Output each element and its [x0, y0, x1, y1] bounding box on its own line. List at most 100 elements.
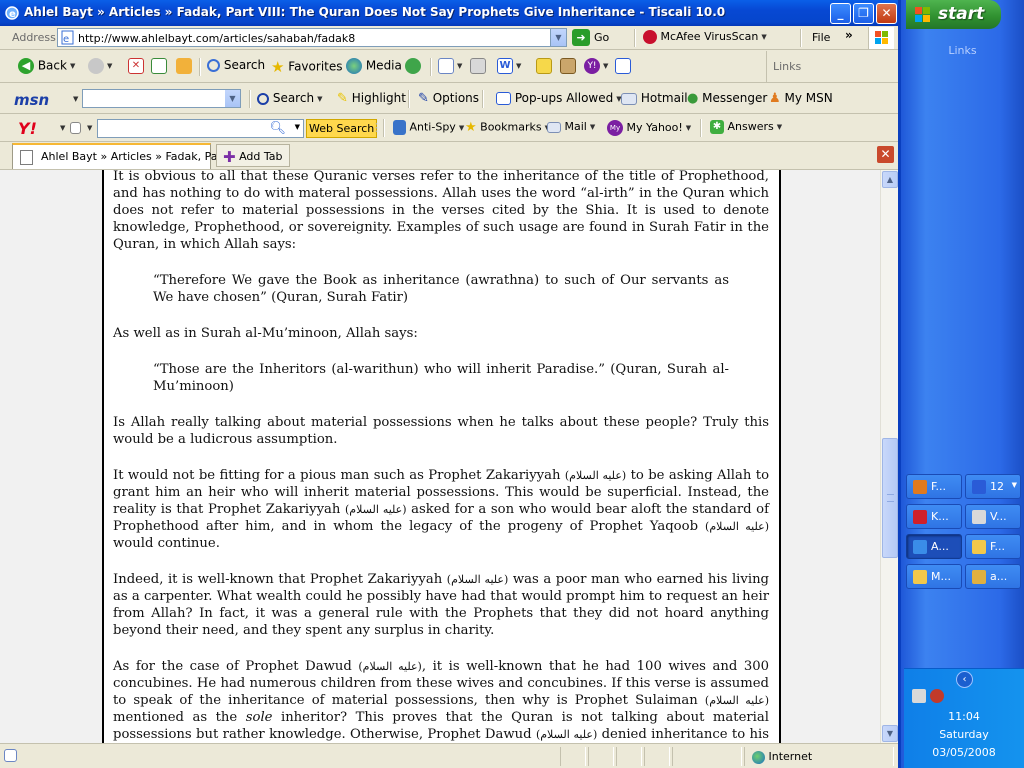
tray-icon-network[interactable]	[912, 689, 926, 703]
file-menu[interactable]: File	[812, 31, 830, 44]
msn-search-input[interactable]: ▼	[82, 89, 241, 108]
home-icon	[176, 58, 192, 74]
bookmarks-label: Bookmarks	[480, 120, 542, 134]
print-button[interactable]	[470, 58, 486, 74]
mail-button[interactable]: ▼	[438, 58, 462, 74]
vertical-scrollbar[interactable]: ▲ ▼	[880, 170, 898, 743]
refresh-button[interactable]	[151, 58, 167, 74]
address-url: http://www.ahlelbayt.com/articles/sahaba…	[78, 32, 356, 45]
page-status-icon	[4, 749, 17, 762]
tab-label: Ahlel Bayt » Articles » Fadak, Pa...	[41, 150, 228, 163]
paragraph: As for the case of Prophet Dawud (عليه ا…	[113, 658, 769, 743]
media-button[interactable]: Media	[346, 58, 402, 74]
task-button[interactable]: V...	[965, 504, 1021, 529]
star-icon: ★	[271, 58, 285, 76]
home-button[interactable]	[176, 58, 192, 74]
window-icon	[615, 58, 631, 74]
close-tab-button[interactable]: ✕	[877, 146, 894, 163]
highlight-button[interactable]: ✎ Highlight	[337, 91, 406, 106]
mcafee-button[interactable]: McAfee VirusScan ▼	[643, 30, 767, 44]
task-button[interactable]: K...	[906, 504, 962, 529]
forward-button[interactable]: ▼	[88, 58, 112, 74]
search-button[interactable]: Search	[207, 58, 265, 72]
yahoo-logo[interactable]: Y!	[18, 119, 37, 138]
status-bar: Internet	[0, 743, 898, 768]
task-button[interactable]: F...	[906, 474, 962, 499]
go-button[interactable]: ➜ Go	[572, 29, 609, 47]
myyahoo-button[interactable]: My My Yahoo! ▼	[607, 120, 691, 136]
task-button[interactable]: a...	[965, 564, 1021, 589]
add-tab-button[interactable]: ✚ Add Tab	[216, 144, 290, 167]
search-dropdown-caret[interactable]: ▼	[295, 123, 300, 131]
window-title: Ahlel Bayt » Articles » Fadak, Part VIII…	[24, 5, 726, 19]
msn-logo[interactable]: msn	[14, 91, 49, 109]
back-button[interactable]: ◀ Back ▼	[18, 58, 75, 74]
bookmarks-button[interactable]: ★ Bookmarks▼	[465, 120, 550, 135]
hotmail-button[interactable]: Hotmail	[621, 91, 688, 105]
clock-date: 03/05/2008	[932, 746, 996, 759]
options-button[interactable]: ✎ Options	[418, 91, 479, 106]
page-icon: e	[61, 30, 74, 45]
menu-chevron[interactable]: »	[845, 28, 853, 42]
forward-arrow-icon	[88, 58, 104, 74]
msn-toolbar: msn ▼ ▼ Search ▼ ✎ Highlight ✎ Options Po…	[0, 84, 898, 114]
maximize-button[interactable]: ❐	[853, 3, 874, 24]
toolbar-separator	[430, 58, 432, 76]
links-bar[interactable]: Links	[766, 51, 898, 83]
stop-button[interactable]: ✕	[128, 58, 144, 74]
task-button-active[interactable]: A...	[906, 534, 962, 559]
minimize-button[interactable]: _	[830, 3, 851, 24]
task-button[interactable]: F...	[965, 534, 1021, 559]
clock-time[interactable]: 11:04	[904, 710, 1024, 723]
shield-icon	[393, 120, 406, 135]
paragraph: It would not be fitting for a pious man …	[113, 467, 769, 552]
task-label: F...	[990, 540, 1006, 553]
taskbar-links[interactable]: Links	[901, 44, 1024, 57]
yahoo-mail-label: Mail	[564, 120, 587, 133]
web-search-button[interactable]: Web Search	[306, 119, 378, 138]
msn-search-button[interactable]: Search ▼	[257, 91, 322, 105]
scroll-thumb[interactable]	[882, 438, 898, 558]
scroll-down-button[interactable]: ▼	[882, 725, 898, 742]
word-icon	[972, 480, 986, 494]
popups-button[interactable]: Pop-ups Allowed ▼	[496, 91, 622, 105]
system-tray: ‹ 11:04 Saturday 03/05/2008	[904, 668, 1024, 768]
folder-icon	[913, 570, 927, 584]
envelope-icon	[547, 121, 561, 133]
go-label: Go	[594, 31, 610, 44]
honorific: (عليه السلام)	[705, 520, 769, 533]
start-button[interactable]: start	[906, 0, 1001, 29]
address-dropdown-button[interactable]: ▼	[550, 29, 566, 46]
yahoo-mail-menu-button[interactable]: Mail ▼	[547, 120, 595, 133]
honorific: (عليه السلام)	[564, 469, 627, 482]
text-run: It would not be fitting for a pious man …	[113, 468, 565, 483]
messenger-label: Messenger	[702, 91, 768, 105]
favorites-button[interactable]: ★ Favorites	[271, 58, 343, 76]
research-button[interactable]	[560, 58, 576, 74]
messenger-window-button[interactable]	[615, 58, 631, 74]
tray-collapse-button[interactable]: ‹	[956, 671, 973, 688]
messenger-button[interactable]: ● Messenger	[687, 91, 767, 106]
msn-search-dropdown[interactable]: ▼	[225, 90, 240, 107]
media-label: Media	[365, 58, 402, 73]
discuss-button[interactable]	[536, 58, 552, 74]
task-button[interactable]: M...	[906, 564, 962, 589]
toolbar-separator	[482, 90, 484, 108]
tab-active[interactable]: Ahlel Bayt » Articles » Fadak, Pa...	[12, 143, 228, 169]
task-button[interactable]: 12 ▼	[965, 474, 1021, 499]
mymsn-button[interactable]: ♟ My MSN	[769, 91, 833, 106]
quote: “Those are the Inheritors (al-warithun) …	[153, 362, 729, 394]
scroll-up-button[interactable]: ▲	[882, 171, 898, 188]
close-button[interactable]: ✕	[876, 3, 897, 24]
answers-button[interactable]: ✱ Answers ▼	[710, 120, 782, 134]
yahoo-search-input[interactable]: 🔍︎ ▼	[97, 119, 304, 138]
tray-icon-security[interactable]	[930, 689, 944, 703]
yahoo-mail-button[interactable]: Y! ▼	[584, 58, 608, 74]
edit-button[interactable]: W ▼	[497, 58, 521, 74]
antispy-button[interactable]: Anti-Spy ▼	[393, 120, 464, 135]
history-button[interactable]	[405, 58, 421, 74]
globe-icon	[752, 750, 765, 764]
text-run: would continue.	[113, 536, 220, 551]
honorific: (عليه السلام)	[535, 728, 598, 741]
address-input[interactable]: e http://www.ahlelbayt.com/articles/saha…	[57, 28, 567, 47]
